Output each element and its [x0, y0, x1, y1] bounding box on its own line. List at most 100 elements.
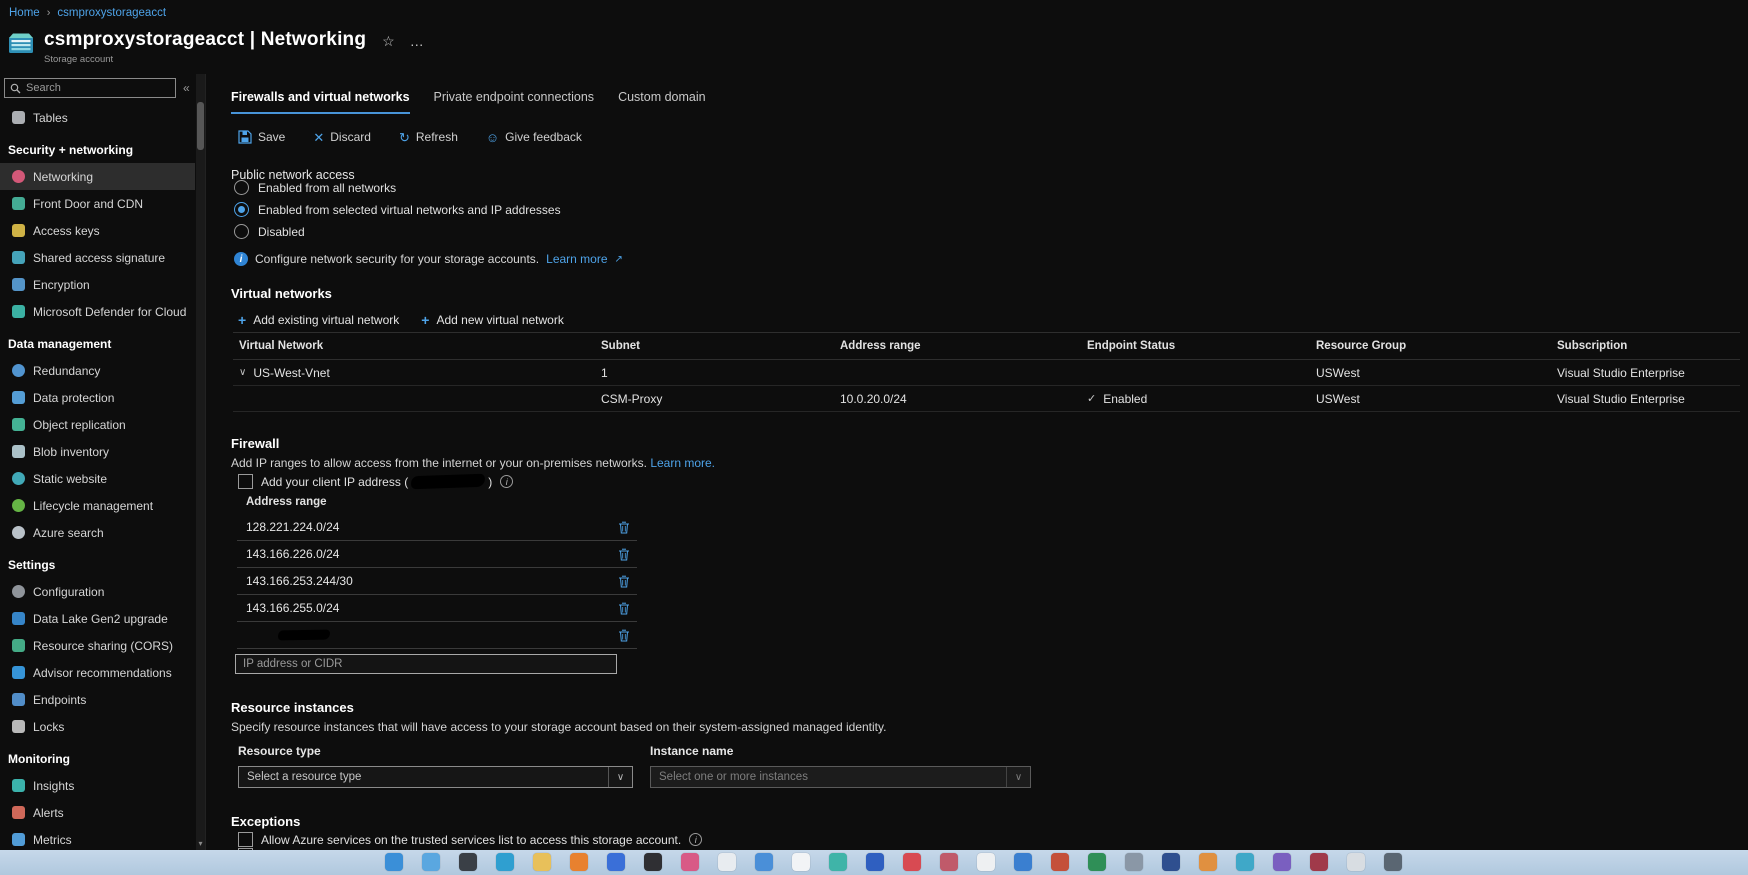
radio-enabled-all-networks[interactable]: Enabled from all networks	[234, 180, 396, 195]
excel-icon[interactable]	[1088, 853, 1106, 871]
more-actions-icon[interactable]: …	[410, 33, 424, 50]
notification-icon[interactable]	[940, 853, 958, 871]
app-icon-cyan[interactable]	[1236, 853, 1254, 871]
sidebar-item-data-protection[interactable]: Data protection	[0, 384, 195, 411]
radio-selected-icon[interactable]	[234, 202, 249, 217]
sidebar-item-redundancy[interactable]: Redundancy	[0, 357, 195, 384]
trusted-services-info-icon[interactable]: i	[689, 833, 703, 846]
radio-icon[interactable]	[234, 224, 249, 239]
word-icon[interactable]	[866, 853, 884, 871]
add-existing-vnet-button[interactable]: + Add existing virtual network	[238, 312, 399, 328]
refresh-button[interactable]: ↻ Refresh	[399, 130, 458, 144]
tab-firewalls-and-virtual-networks[interactable]: Firewalls and virtual networks	[231, 90, 410, 114]
app-icon-maroon[interactable]	[1310, 853, 1328, 871]
grid-apps-icon[interactable]	[792, 853, 810, 871]
col-virtual-network[interactable]: Virtual Network	[233, 340, 595, 352]
sidebar-item-alerts[interactable]: Alerts	[0, 799, 195, 826]
search-icon[interactable]	[422, 853, 440, 871]
windows-start-icon[interactable]	[385, 853, 403, 871]
give-feedback-button[interactable]: ☺ Give feedback	[486, 130, 582, 144]
app-icon-violet[interactable]	[1273, 853, 1291, 871]
sidebar-item-azure-search[interactable]: Azure search	[0, 519, 195, 546]
sidebar-item-object-replication[interactable]: Object replication	[0, 411, 195, 438]
external-link-icon[interactable]: ↗	[615, 254, 623, 265]
outlook-icon[interactable]	[1014, 853, 1032, 871]
save-button[interactable]: Save	[238, 130, 285, 144]
add-new-vnet-button[interactable]: + Add new virtual network	[421, 312, 564, 328]
app-icon-blue[interactable]	[607, 853, 625, 871]
sidebar-item-static-website[interactable]: Static website	[0, 465, 195, 492]
edge-icon[interactable]	[496, 853, 514, 871]
powerpoint-icon[interactable]	[1051, 853, 1069, 871]
favorite-star-icon[interactable]: ☆	[382, 33, 395, 50]
app-icon-gray[interactable]	[1125, 853, 1143, 871]
sidebar-search-input[interactable]: Search	[4, 78, 176, 98]
app-icon-pink[interactable]	[681, 853, 699, 871]
sidebar-item-blob-inventory[interactable]: Blob inventory	[0, 438, 195, 465]
table-row[interactable]: CSM-Proxy 10.0.20.0/24 ✓ Enabled USWest …	[233, 386, 1740, 412]
trusted-services-checkbox[interactable]	[238, 832, 253, 847]
delete-icon[interactable]	[618, 575, 630, 588]
sidebar-item-networking[interactable]: Networking	[0, 163, 195, 190]
app-icon-orange[interactable]	[1199, 853, 1217, 871]
sidebar-item-locks[interactable]: Locks	[0, 713, 195, 740]
app-icon-slate[interactable]	[1384, 853, 1402, 871]
sidebar-item-tables[interactable]: Tables	[0, 104, 195, 131]
col-resource-group[interactable]: Resource Group	[1310, 340, 1551, 352]
sidebar-item-front-door-and-cdn[interactable]: Front Door and CDN	[0, 190, 195, 217]
delete-icon[interactable]	[618, 548, 630, 561]
scrollbar-thumb[interactable]	[197, 102, 204, 150]
address-range-row[interactable]: 143.166.255.0/24	[237, 595, 637, 622]
app-icon-white[interactable]	[718, 853, 736, 871]
firewall-learn-more-link[interactable]: Learn more.	[650, 456, 715, 470]
address-range-row[interactable]: 128.221.224.0/24	[237, 514, 637, 541]
app-icon-navy[interactable]	[1162, 853, 1180, 871]
breadcrumb-home-link[interactable]: Home	[9, 7, 40, 19]
chevron-down-icon[interactable]: ∨	[239, 367, 246, 378]
radio-enabled-selected-networks[interactable]: Enabled from selected virtual networks a…	[234, 202, 561, 217]
sidebar-item-access-keys[interactable]: Access keys	[0, 217, 195, 244]
sidebar-item-metrics[interactable]: Metrics	[0, 826, 195, 850]
app-icon-teal[interactable]	[829, 853, 847, 871]
col-subnet[interactable]: Subnet	[595, 340, 834, 352]
instance-name-select[interactable]: Select one or more instances ∨	[650, 766, 1031, 788]
delete-icon[interactable]	[618, 521, 630, 534]
learn-more-link[interactable]: Learn more	[546, 252, 607, 266]
app-icon-dark[interactable]	[459, 853, 477, 871]
address-range-row[interactable]	[237, 622, 637, 649]
client-ip-info-icon[interactable]: i	[500, 475, 514, 488]
tab-private-endpoint-connections[interactable]: Private endpoint connections	[434, 90, 595, 114]
firefox-icon[interactable]	[570, 853, 588, 871]
sidebar-item-lifecycle-management[interactable]: Lifecycle management	[0, 492, 195, 519]
sidebar-item-encryption[interactable]: Encryption	[0, 271, 195, 298]
sidebar-item-resource-sharing-cors[interactable]: Resource sharing (CORS)	[0, 632, 195, 659]
folder-icon[interactable]	[533, 853, 551, 871]
app-icon-light[interactable]	[1347, 853, 1365, 871]
sidebar-item-insights[interactable]: Insights	[0, 772, 195, 799]
sidebar-collapse-icon[interactable]: «	[183, 81, 190, 95]
delete-icon[interactable]	[618, 602, 630, 615]
resource-type-select[interactable]: Select a resource type ∨	[238, 766, 633, 788]
camera-icon[interactable]	[644, 853, 662, 871]
address-range-row[interactable]: 143.166.253.244/30	[237, 568, 637, 595]
app-icon-steel[interactable]	[755, 853, 773, 871]
address-range-row[interactable]: 143.166.226.0/24	[237, 541, 637, 568]
sidebar-item-endpoints[interactable]: Endpoints	[0, 686, 195, 713]
col-endpoint-status[interactable]: Endpoint Status	[1081, 340, 1310, 352]
radio-icon[interactable]	[234, 180, 249, 195]
sidebar-item-configuration[interactable]: Configuration	[0, 578, 195, 605]
col-address-range[interactable]: Address range	[834, 340, 1081, 352]
sidebar-item-advisor-recommendations[interactable]: Advisor recommendations	[0, 659, 195, 686]
radio-disabled[interactable]: Disabled	[234, 224, 305, 239]
add-client-ip-checkbox[interactable]	[238, 474, 253, 489]
discard-button[interactable]: ✕ Discard	[313, 130, 371, 144]
tab-custom-domain[interactable]: Custom domain	[618, 90, 706, 114]
scrollbar-down-arrow[interactable]: ▾	[196, 839, 205, 848]
notes-icon[interactable]	[977, 853, 995, 871]
breadcrumb-resource-link[interactable]: csmproxystorageacct	[57, 7, 166, 19]
sidebar-item-data-lake-gen2-upgrade[interactable]: Data Lake Gen2 upgrade	[0, 605, 195, 632]
sidebar-scrollbar[interactable]: ▾	[196, 74, 205, 850]
sidebar-item-microsoft-defender[interactable]: Microsoft Defender for Cloud	[0, 298, 195, 325]
table-row[interactable]: ∨ US-West-Vnet 1 USWest Visual Studio En…	[233, 360, 1740, 386]
delete-icon[interactable]	[618, 629, 630, 642]
